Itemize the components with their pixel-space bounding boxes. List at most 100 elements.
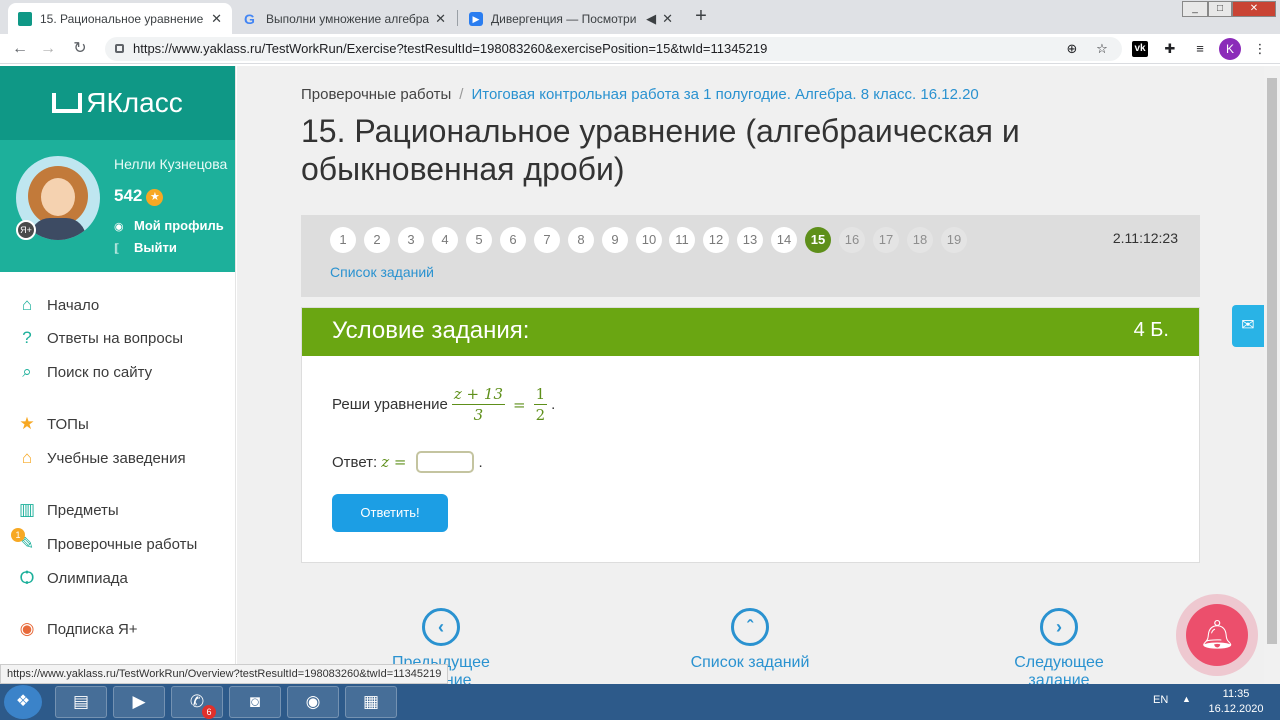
task-list-bottom-button[interactable]: ˆ Список заданий	[680, 608, 820, 672]
close-tab-icon[interactable]: ✕	[662, 11, 673, 27]
tab-yaklass[interactable]: 15. Рациональное уравнение (а ✕	[8, 3, 232, 34]
sidebar-item-home[interactable]: ⌂ Начало	[17, 295, 99, 315]
clock-time: 11:35	[1222, 688, 1250, 700]
back-arrow-icon[interactable]: ←	[10, 39, 30, 59]
tab-separator	[457, 10, 458, 26]
feedback-mail-icon[interactable]: ✉	[1232, 305, 1264, 347]
maximize-button[interactable]: □	[1208, 1, 1232, 17]
close-window-button[interactable]: ✕	[1232, 1, 1276, 17]
question-number[interactable]: 19	[941, 227, 967, 253]
question-number[interactable]: 8	[568, 227, 594, 253]
sidebar-item-olympiad[interactable]: Ѻ Олимпиада	[17, 568, 128, 588]
vk-extension-icon[interactable]: vk	[1132, 41, 1148, 57]
logo[interactable]: ЯКласс	[0, 66, 235, 140]
my-profile-label: Мой профиль	[134, 218, 224, 233]
chevron-right-icon: ›	[1040, 608, 1078, 646]
tab-video[interactable]: ▶ Дивергенция — Посмотри ◀ ✕	[459, 3, 683, 34]
windows-start-icon[interactable]: ❖	[4, 685, 42, 719]
sidebar-item-subjects[interactable]: ▥ Предметы	[17, 500, 119, 520]
profile-avatar[interactable]: K	[1219, 38, 1241, 60]
question-number[interactable]: 7	[534, 227, 560, 253]
new-tab-button[interactable]: +	[690, 6, 712, 28]
bookmark-star-icon[interactable]: ☆	[1094, 41, 1110, 57]
browser-tab-bar: 15. Рациональное уравнение (а ✕ G Выполн…	[0, 0, 1280, 34]
reading-list-icon[interactable]: ≡	[1192, 41, 1208, 57]
question-number[interactable]: 4	[432, 227, 458, 253]
extensions-puzzle-icon[interactable]: ✚	[1162, 41, 1178, 57]
notification-bell-button[interactable]: 🔔︎	[1176, 594, 1258, 676]
url-text: https://www.yaklass.ru/TestWorkRun/Exerc…	[133, 41, 768, 56]
language-indicator[interactable]: EN	[1153, 694, 1168, 706]
star-icon: ★	[19, 414, 35, 433]
ya-plus-badge-icon: Я+	[16, 220, 36, 240]
task-text: Реши уравнение	[332, 396, 448, 413]
home-icon: ⌂	[21, 295, 33, 314]
minimize-button[interactable]: _	[1182, 1, 1208, 17]
equation-rhs-fraction: 1 2	[533, 384, 548, 425]
question-number[interactable]: 2	[364, 227, 390, 253]
question-number[interactable]: 10	[636, 227, 662, 253]
tray-expand-icon[interactable]: ▲	[1182, 694, 1191, 704]
medal-icon: Ѻ	[19, 568, 35, 587]
scrollbar[interactable]	[1264, 66, 1280, 684]
zoom-icon[interactable]: ◙	[229, 686, 281, 718]
question-number[interactable]: 17	[873, 227, 899, 253]
sidebar-item-search[interactable]: ⌕ Поиск по сайту	[17, 362, 152, 382]
chrome-icon[interactable]: ◉	[287, 686, 339, 718]
calculator-icon[interactable]: ▦	[345, 686, 397, 718]
question-number[interactable]: 9	[602, 227, 628, 253]
logout-icon: ⟦	[114, 243, 120, 255]
question-number[interactable]: 3	[398, 227, 424, 253]
add-site-icon[interactable]: ⊕	[1064, 41, 1080, 57]
my-profile-link[interactable]: ◉ Мой профиль	[114, 218, 224, 233]
bell-icon: 🔔︎	[1186, 604, 1248, 666]
answer-row: Ответ: z = .	[332, 451, 483, 473]
sidebar-item-label: ТОПы	[47, 415, 89, 433]
breadcrumb-link[interactable]: Итоговая контрольная работа за 1 полугод…	[471, 86, 978, 103]
close-tab-icon[interactable]: ✕	[211, 11, 222, 27]
mute-icon[interactable]: ◀	[646, 11, 656, 27]
sidebar-item-answers[interactable]: ? Ответы на вопросы	[17, 328, 183, 348]
sidebar-item-subscription[interactable]: ◉ Подписка Я+	[17, 619, 138, 639]
scrollbar-thumb[interactable]	[1267, 78, 1277, 644]
viber-icon[interactable]: ✆ 6	[171, 686, 223, 719]
page-title: 15. Рациональное уравнение (алгебраическ…	[301, 113, 1020, 187]
clock[interactable]: 11:35 16.12.2020	[1200, 687, 1272, 717]
question-number-current[interactable]: 15	[805, 227, 831, 253]
answer-input[interactable]	[416, 451, 475, 473]
sidebar-item-tops[interactable]: ★ ТОПы	[17, 414, 89, 434]
question-number[interactable]: 18	[907, 227, 933, 253]
task-list-link[interactable]: Список заданий	[330, 264, 434, 280]
task-condition-card: Условие задания: 4 Б. Реши уравнение z +…	[301, 307, 1200, 563]
sidebar: ЯКласс Я+ Нелли Кузнецова 542 ★ ◉ Мой проф…	[0, 66, 236, 684]
reload-icon[interactable]: ↻	[70, 39, 90, 59]
question-number[interactable]: 6	[500, 227, 526, 253]
submit-answer-button[interactable]: Ответить!	[332, 494, 448, 532]
google-favicon-icon: G	[244, 10, 255, 27]
forward-arrow-icon[interactable]: →	[38, 39, 58, 59]
close-tab-icon[interactable]: ✕	[435, 11, 446, 27]
address-bar[interactable]: https://www.yaklass.ru/TestWorkRun/Exerc…	[105, 37, 1122, 61]
question-number[interactable]: 5	[466, 227, 492, 253]
next-task-button[interactable]: › Следующее задание	[982, 608, 1136, 684]
menu-kebab-icon[interactable]: ⋮	[1252, 41, 1268, 57]
equation-period: .	[551, 396, 556, 413]
lhs-denominator: 3	[473, 406, 484, 424]
file-explorer-icon[interactable]: ▤	[55, 686, 107, 718]
media-player-icon[interactable]: ▶	[113, 686, 165, 718]
question-number[interactable]: 12	[703, 227, 729, 253]
equals-sign: =	[513, 395, 526, 414]
breadcrumb-root[interactable]: Проверочные работы	[301, 86, 451, 103]
sidebar-item-schools[interactable]: ⌂ Учебные заведения	[17, 448, 186, 468]
tab-google[interactable]: G Выполни умножение алгебраи ✕	[234, 3, 456, 34]
breadcrumb: Проверочные работы / Итоговая контрольная …	[301, 86, 979, 103]
question-number[interactable]: 16	[839, 227, 865, 253]
question-number[interactable]: 11	[669, 227, 695, 253]
logout-link[interactable]: ⟦ Выйти	[114, 240, 177, 255]
question-number[interactable]: 1	[330, 227, 356, 253]
question-number[interactable]: 13	[737, 227, 763, 253]
condition-points: 4 Б.	[1133, 319, 1169, 341]
sidebar-item-tests[interactable]: ✎ 1 Проверочные работы	[11, 528, 197, 554]
question-number[interactable]: 14	[771, 227, 797, 253]
sidebar-item-label: Предметы	[47, 501, 119, 519]
